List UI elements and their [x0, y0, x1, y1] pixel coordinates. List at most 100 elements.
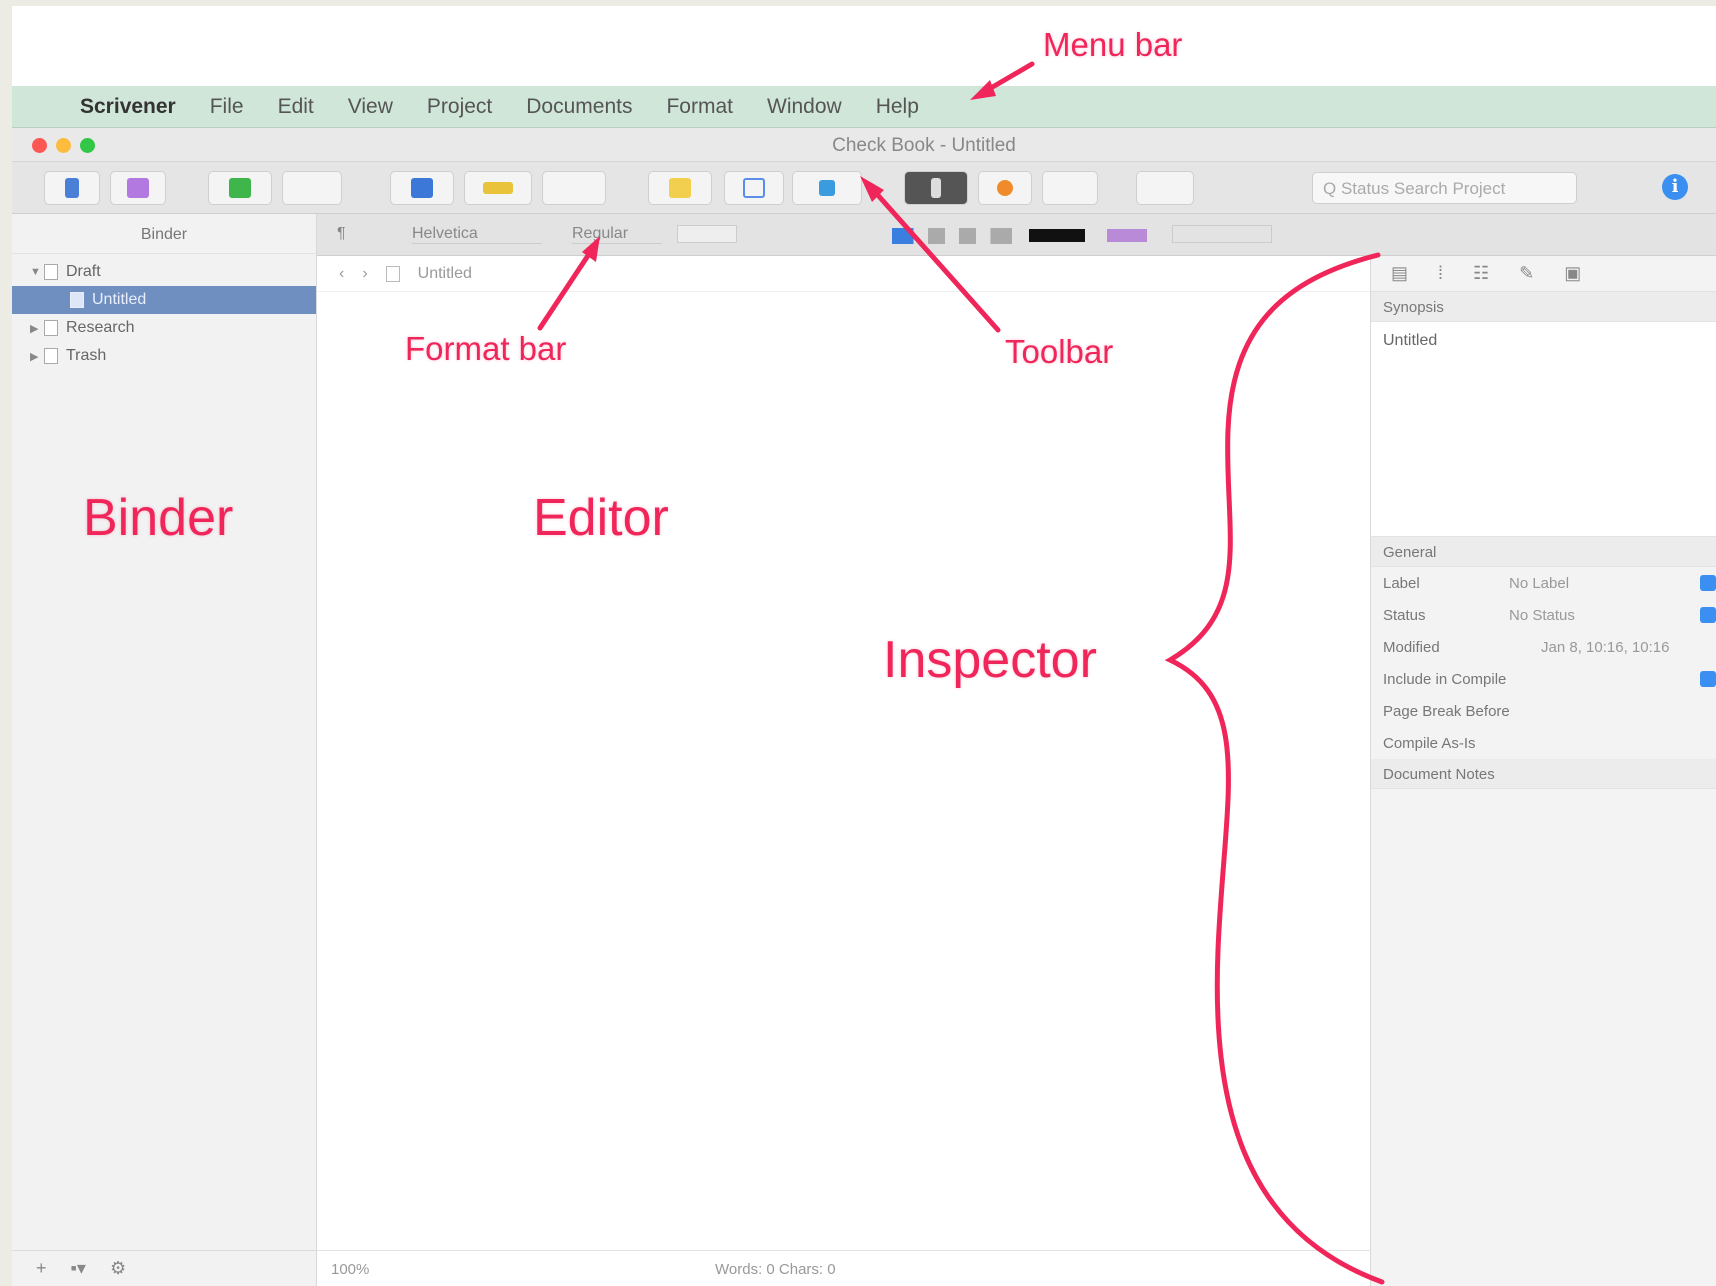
line-spacing-control[interactable] [1172, 225, 1272, 243]
composition-icon [931, 178, 941, 198]
menu-file[interactable]: File [210, 95, 244, 119]
label-row[interactable]: Label No Label [1371, 567, 1716, 599]
bookmarks-tab-icon[interactable]: ⁞ [1438, 263, 1443, 284]
font-family-select[interactable]: Helvetica [412, 225, 542, 244]
annotated-screenshot: Scrivener File Edit View Project Documen… [0, 0, 1716, 1286]
compile-as-is-row[interactable]: Compile As-Is [1371, 727, 1716, 759]
include-compile-row[interactable]: Include in Compile [1371, 663, 1716, 695]
status-select[interactable]: No Status [1509, 607, 1575, 624]
binder-item-trash[interactable]: ▶ Trash [12, 342, 316, 370]
binder-item-research[interactable]: ▶ Research [12, 314, 316, 342]
highlight-color-swatch[interactable] [1107, 229, 1147, 242]
comments-tab-icon[interactable]: ▣ [1564, 263, 1581, 284]
menu-format[interactable]: Format [666, 95, 733, 119]
menu-window[interactable]: Window [767, 95, 842, 119]
menu-help[interactable]: Help [876, 95, 919, 119]
notes-icon [669, 178, 691, 198]
menu-edit[interactable]: Edit [278, 95, 314, 119]
collections-button[interactable] [110, 171, 166, 205]
binder-toggle-button[interactable] [44, 171, 100, 205]
document-notes-header[interactable]: Document Notes [1371, 759, 1716, 789]
field-key: Label [1383, 575, 1420, 592]
field-key: Compile As-Is [1383, 735, 1476, 752]
keywords-button[interactable] [464, 171, 532, 205]
view-mode-button[interactable] [542, 171, 606, 205]
disclosure-closed-icon[interactable]: ▶ [30, 350, 44, 363]
inspector-pane: ▤ ⁞ ☷ ✎ ▣ Synopsis Untitled General Labe… [1371, 256, 1716, 1286]
binder-pane: Binder ▼ Draft Untitled ▶ Research ▶ Tra… [12, 214, 317, 1286]
document-icon [385, 265, 400, 282]
editor-header: ‹ › Untitled [317, 256, 1370, 292]
status-row[interactable]: Status No Status [1371, 599, 1716, 631]
nav-button[interactable] [282, 171, 342, 205]
add-item-button[interactable]: + [36, 1258, 47, 1279]
menu-bar: Scrivener File Edit View Project Documen… [12, 86, 1716, 128]
compile-button[interactable] [792, 171, 862, 205]
notes-button[interactable] [648, 171, 712, 205]
forward-arrow-icon[interactable]: › [362, 265, 367, 283]
field-key: Modified [1383, 639, 1440, 656]
back-arrow-icon[interactable]: ‹ [339, 265, 344, 283]
paragraph-style-button[interactable]: ¶ [337, 225, 346, 243]
binder-item-label: Research [66, 319, 135, 336]
annotation-editor: Editor [533, 489, 669, 547]
composition-mode-button[interactable] [904, 171, 968, 205]
format-bar: ¶ Helvetica Regular [317, 214, 1716, 256]
compose-icon [411, 178, 433, 198]
annotation-menu-bar: Menu bar [1043, 26, 1183, 63]
synopsis-title: Untitled [1383, 332, 1438, 349]
field-key: Page Break Before [1383, 703, 1510, 720]
word-count: Words: 0 Chars: 0 [715, 1261, 836, 1278]
editor-pane[interactable]: ‹ › Untitled 100% Words: 0 Chars: 0 [317, 256, 1371, 1286]
modified-value: Jan 8, 10:16, 10:16 [1541, 639, 1670, 656]
general-header[interactable]: General [1371, 537, 1716, 567]
editor-footer: 100% Words: 0 Chars: 0 [317, 1250, 1371, 1286]
split-icon [743, 178, 765, 198]
compose-button[interactable] [390, 171, 454, 205]
collections-icon [127, 178, 149, 198]
status-stepper[interactable] [1700, 607, 1716, 623]
menu-app-name[interactable]: Scrivener [80, 95, 176, 119]
label-select[interactable]: No Label [1509, 575, 1569, 592]
disclosure-open-icon[interactable]: ▼ [30, 266, 44, 278]
disclosure-closed-icon[interactable]: ▶ [30, 322, 44, 335]
label-stepper[interactable] [1700, 575, 1716, 591]
search-field[interactable]: Q Status Search Project [1312, 172, 1577, 204]
menu-documents[interactable]: Documents [526, 95, 632, 119]
annotation-inspector: Inspector [883, 631, 1097, 689]
binder-settings-button[interactable]: ⚙ [110, 1258, 126, 1279]
quick-reference-button[interactable] [1136, 171, 1194, 205]
split-button[interactable] [724, 171, 784, 205]
snapshots-tab-icon[interactable]: ✎ [1519, 263, 1534, 284]
window-titlebar: Check Book - Untitled [12, 128, 1716, 162]
page-break-row[interactable]: Page Break Before [1371, 695, 1716, 727]
binder-item-untitled[interactable]: Untitled [12, 286, 316, 314]
font-size-field[interactable] [677, 225, 737, 243]
notes-tab-icon[interactable]: ▤ [1391, 263, 1408, 284]
binder-item-label: Untitled [92, 291, 147, 308]
alignment-buttons[interactable] [892, 228, 1012, 244]
menu-view[interactable]: View [348, 95, 393, 119]
text-color-swatch[interactable] [1029, 229, 1085, 242]
add-folder-button[interactable]: ▪▾ [71, 1258, 86, 1279]
synopsis-header[interactable]: Synopsis [1371, 292, 1716, 322]
include-compile-checkbox[interactable] [1700, 671, 1716, 687]
binder-item-draft[interactable]: ▼ Draft [12, 258, 316, 286]
menu-project[interactable]: Project [427, 95, 492, 119]
font-style-select[interactable]: Regular [572, 225, 662, 244]
add-document-button[interactable] [208, 171, 272, 205]
snapshot-icon [997, 180, 1013, 196]
annotation-format-bar: Format bar [405, 330, 567, 367]
synopsis-box[interactable]: Untitled [1371, 322, 1716, 537]
modified-row: Modified Jan 8, 10:16, 10:16 [1371, 631, 1716, 663]
inspector-info-icon[interactable]: i [1662, 174, 1688, 200]
document-icon [70, 292, 84, 308]
binder-item-label: Trash [66, 347, 107, 364]
folder-icon [44, 320, 58, 336]
editor-doc-title: Untitled [417, 264, 472, 282]
zoom-select[interactable]: 100% [331, 1261, 369, 1278]
tools-button[interactable] [1042, 171, 1098, 205]
add-document-icon [229, 178, 251, 198]
snapshot-button[interactable] [978, 171, 1032, 205]
metadata-tab-icon[interactable]: ☷ [1473, 263, 1489, 284]
